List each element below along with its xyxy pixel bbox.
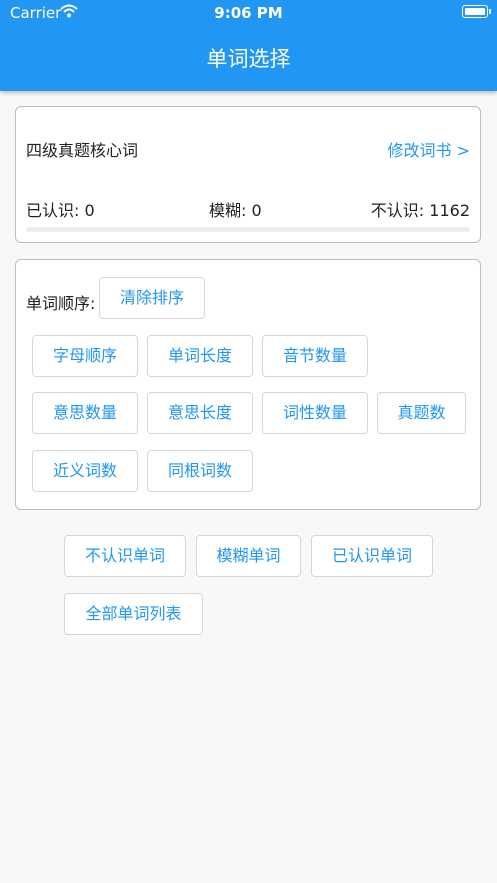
- fuzzy-count: 模糊: 0: [209, 201, 262, 220]
- sort-synonym-count-button[interactable]: 近义词数: [32, 450, 138, 492]
- sort-cognate-count-button[interactable]: 同根词数: [147, 450, 253, 492]
- sort-label: 单词顺序:: [26, 294, 96, 313]
- sort-exam-count-button[interactable]: 真题数: [377, 392, 466, 434]
- fuzzy-words-button[interactable]: 模糊单词: [196, 535, 301, 577]
- status-time: 9:06 PM: [214, 4, 283, 22]
- sort-card: 单词顺序: 清除排序 字母顺序 单词长度 音节数量 意思数量 意思长度 词性数量…: [15, 259, 481, 510]
- unknown-words-button[interactable]: 不认识单词: [64, 535, 186, 577]
- page-title: 单词选择: [206, 47, 291, 71]
- word-book-card: 四级真题核心词 修改词书 > 已认识: 0 模糊: 0 不认识: 1162: [15, 106, 481, 243]
- known-words-button[interactable]: 已认识单词: [311, 535, 433, 577]
- sort-syllable-count-button[interactable]: 音节数量: [262, 335, 368, 377]
- battery-icon: [462, 5, 491, 18]
- sort-meaning-count-button[interactable]: 意思数量: [32, 392, 138, 434]
- change-book-link[interactable]: 修改词书 >: [388, 137, 471, 161]
- sort-pos-count-button[interactable]: 词性数量: [262, 392, 368, 434]
- app-bar: Carrier 9:06 PM 单词选择: [0, 0, 497, 91]
- sort-alphabetical-button[interactable]: 字母顺序: [32, 335, 138, 377]
- status-bar: Carrier 9:06 PM: [0, 0, 497, 26]
- progress-bar: [26, 227, 470, 232]
- unknown-count: 不认识: 1162: [370, 201, 470, 220]
- clear-sort-button[interactable]: 清除排序: [99, 277, 205, 319]
- sort-meaning-length-button[interactable]: 意思长度: [147, 392, 253, 434]
- sort-word-length-button[interactable]: 单词长度: [147, 335, 253, 377]
- all-words-list-button[interactable]: 全部单词列表: [64, 593, 203, 635]
- book-name: 四级真题核心词: [26, 141, 139, 160]
- known-count: 已认识: 0: [26, 201, 95, 220]
